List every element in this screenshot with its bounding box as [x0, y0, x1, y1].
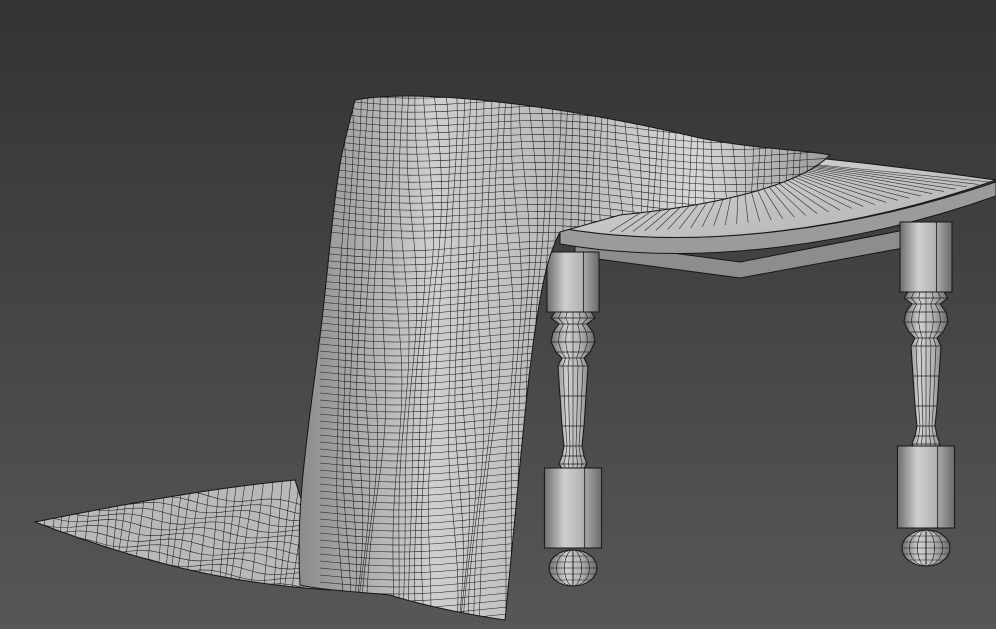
viewport-canvas[interactable] [0, 0, 996, 629]
3d-viewport[interactable] [0, 0, 996, 629]
